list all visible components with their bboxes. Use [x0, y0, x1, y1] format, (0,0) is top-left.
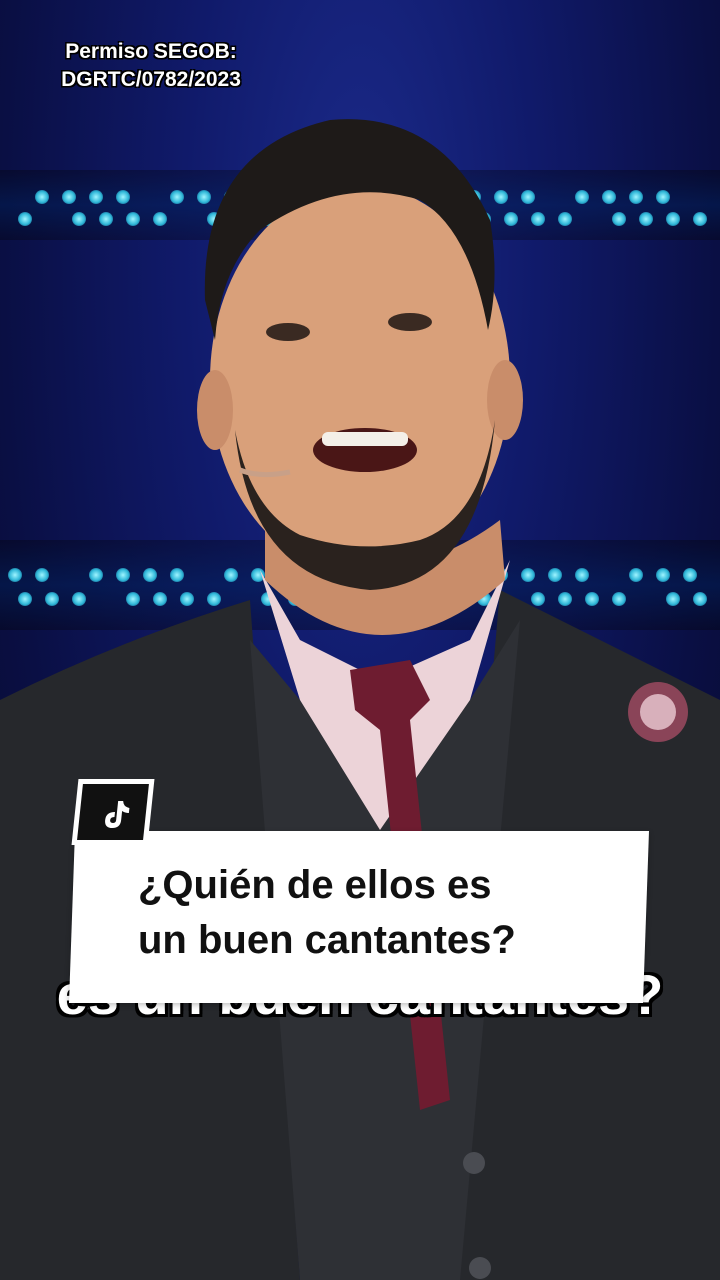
tiktok-icon — [105, 801, 130, 828]
stage-background — [0, 0, 720, 1280]
watermark-line-1: Permiso SEGOB: — [65, 40, 237, 63]
watermark-line-2: DGRTC/0782/2023 — [61, 68, 241, 91]
tiktok-badge — [71, 779, 155, 845]
caption-line-1: ¿Quién de ellos es — [138, 863, 492, 907]
caption-question: ¿Quién de ellos es un buen cantantes? — [138, 858, 618, 968]
caption-line-2: un buen cantantes? — [138, 918, 516, 962]
tiktok-badge-inner — [77, 784, 149, 840]
host-figure — [0, 119, 720, 1280]
segob-permit-watermark: Permiso SEGOB: DGRTC/0782/2023 — [36, 38, 266, 94]
